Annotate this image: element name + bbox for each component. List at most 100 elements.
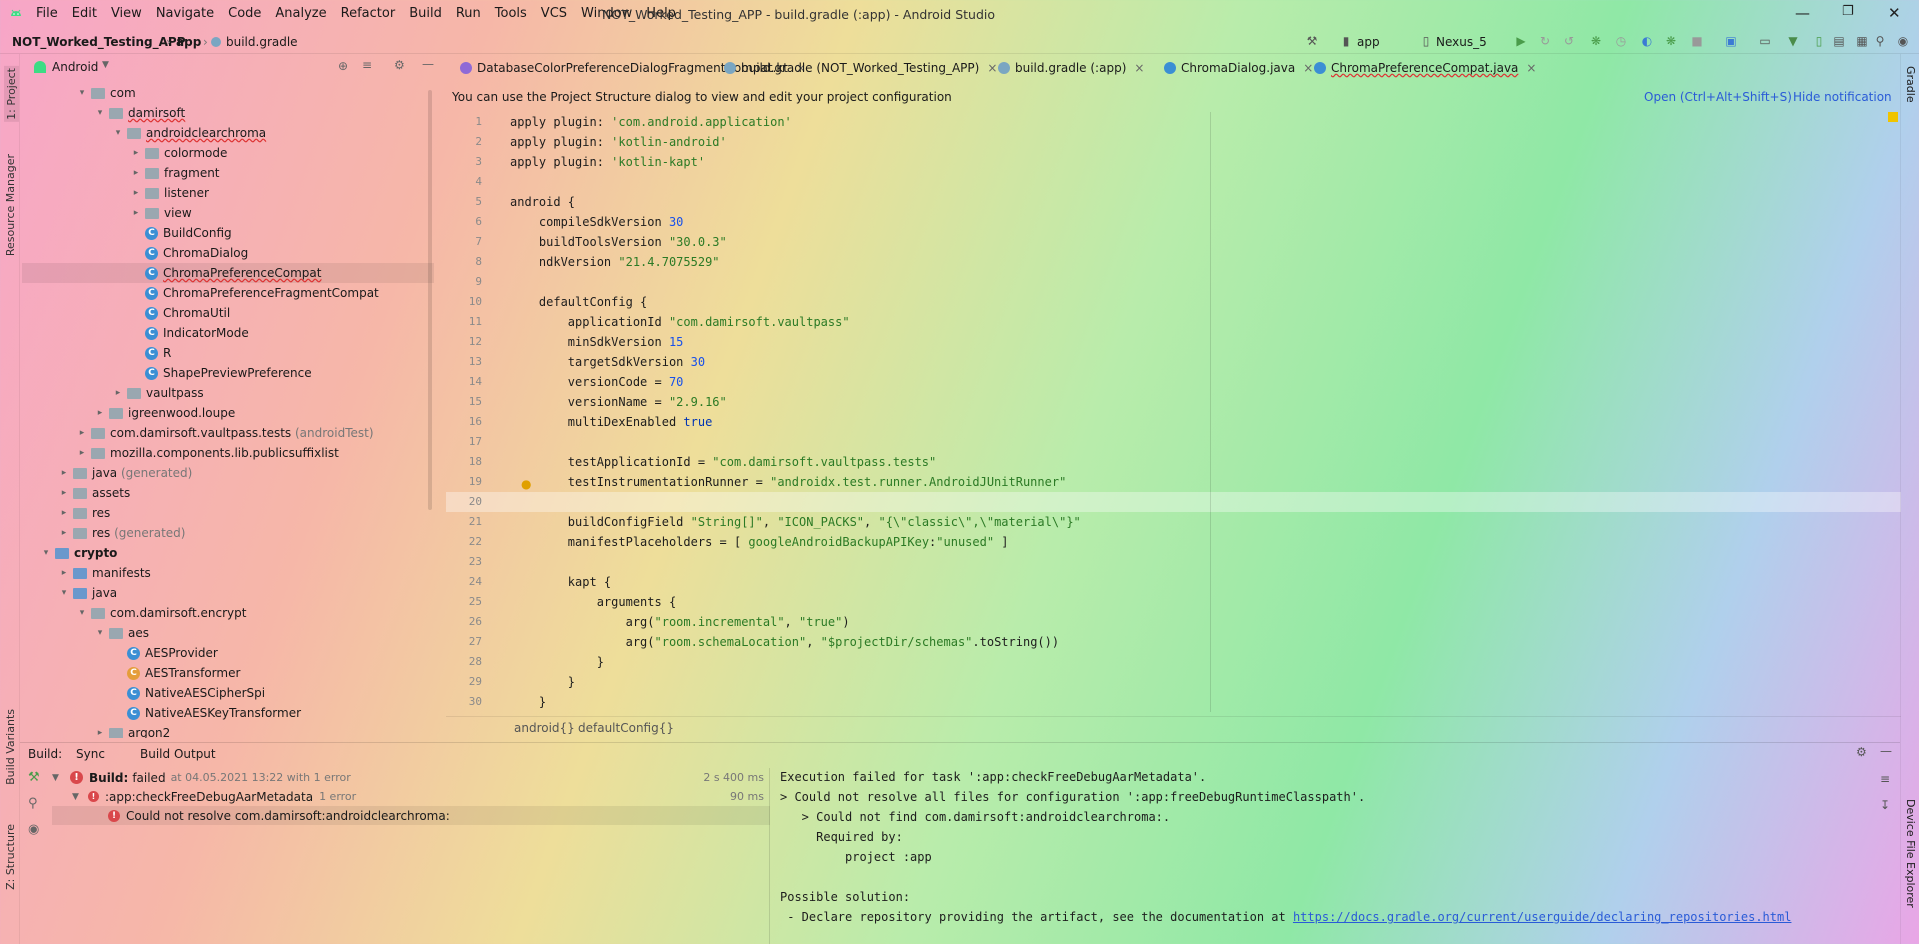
structure-tool-tab[interactable]: Z: Structure bbox=[4, 824, 17, 890]
chevron-right-icon[interactable]: ▸ bbox=[130, 148, 142, 158]
avd-manager-icon[interactable]: ▯ bbox=[1812, 34, 1826, 48]
editor-tab[interactable]: build.gradle (:app) × bbox=[998, 61, 1144, 75]
chevron-right-icon[interactable]: ▸ bbox=[58, 488, 70, 498]
tree-item[interactable]: ▸ com.damirsoft.vaultpass.tests (androidT… bbox=[22, 423, 434, 443]
tree-item[interactable]: ▾ crypto bbox=[22, 543, 434, 563]
menu-refactor[interactable]: Refactor bbox=[341, 6, 396, 21]
chevron-right-icon[interactable]: ▸ bbox=[76, 448, 88, 458]
tree-item[interactable]: ▸ res bbox=[22, 503, 434, 523]
code-line[interactable]: applicationId "com.damirsoft.vaultpass" bbox=[510, 312, 850, 332]
menu-file[interactable]: File bbox=[36, 6, 58, 21]
chevron-down-icon[interactable]: ▼ bbox=[102, 60, 109, 70]
tab-build-output[interactable]: Build Output bbox=[140, 747, 216, 761]
tree-item[interactable]: ▸ java (generated) bbox=[22, 463, 434, 483]
build-gear-icon[interactable]: ⚙ bbox=[1856, 745, 1867, 759]
code-line[interactable]: minSdkVersion 15 bbox=[510, 332, 684, 352]
tree-item[interactable]: ▾ damirsoft bbox=[22, 103, 434, 123]
chevron-right-icon[interactable]: ▸ bbox=[76, 428, 88, 438]
run-tests-icon[interactable]: ❋ bbox=[1664, 34, 1678, 48]
pin-icon[interactable]: ⚲ bbox=[28, 796, 38, 811]
build-status-row[interactable]: ▼ ! Build: failed at 04.05.2021 13:22 wi… bbox=[52, 768, 770, 787]
close-tab-icon[interactable]: × bbox=[987, 61, 997, 75]
tree-item[interactable]: ▸ fragment bbox=[22, 163, 434, 183]
tree-scrollbar[interactable] bbox=[428, 90, 432, 510]
hide-notification-link[interactable]: Hide notification bbox=[1793, 90, 1892, 104]
chevron-right-icon[interactable]: ▸ bbox=[58, 508, 70, 518]
project-view-select[interactable]: Android bbox=[52, 60, 98, 74]
tree-item[interactable]: CR bbox=[22, 343, 434, 363]
chevron-down-icon[interactable]: ▾ bbox=[58, 588, 70, 598]
tree-item[interactable]: ▾ com bbox=[22, 83, 434, 103]
layout-inspector-icon[interactable]: ▤ bbox=[1832, 34, 1846, 48]
code-line[interactable]: kapt { bbox=[510, 572, 611, 592]
tree-item[interactable]: ▸ manifests bbox=[22, 563, 434, 583]
chevron-right-icon[interactable]: ▸ bbox=[58, 468, 70, 478]
soft-wrap-icon[interactable]: ≡ bbox=[1880, 772, 1890, 786]
chevron-right-icon[interactable]: ▸ bbox=[130, 208, 142, 218]
profiler-icon[interactable]: ▦ bbox=[1855, 34, 1869, 48]
rebuild-icon[interactable]: ⚒ bbox=[28, 770, 40, 785]
chevron-right-icon[interactable]: ▸ bbox=[130, 168, 142, 178]
tree-item[interactable]: ▸ res (generated) bbox=[22, 523, 434, 543]
code-line[interactable]: defaultConfig { bbox=[510, 292, 647, 312]
chevron-right-icon[interactable]: ▸ bbox=[94, 728, 106, 738]
apply-code-changes-icon[interactable]: ↺ bbox=[1562, 34, 1576, 48]
tree-item[interactable]: ▸ listener bbox=[22, 183, 434, 203]
breadcrumb-module[interactable]: app bbox=[176, 35, 201, 49]
gear-icon[interactable]: ⚙ bbox=[394, 58, 405, 72]
tree-item[interactable]: ▸ vaultpass bbox=[22, 383, 434, 403]
code-line[interactable]: apply plugin: 'kotlin-android' bbox=[510, 132, 727, 152]
chevron-down-icon[interactable]: ▾ bbox=[94, 628, 106, 638]
menu-view[interactable]: View bbox=[111, 6, 142, 21]
tree-item[interactable]: C AESProvider bbox=[22, 643, 434, 663]
close-tab-icon[interactable]: × bbox=[1526, 61, 1536, 75]
tab-sync[interactable]: Sync bbox=[76, 747, 105, 761]
build-error-row[interactable]: ! Could not resolve com.damirsoft:androi… bbox=[52, 806, 770, 825]
apply-changes-icon[interactable]: ↻ bbox=[1538, 34, 1552, 48]
menu-navigate[interactable]: Navigate bbox=[156, 6, 214, 21]
menu-edit[interactable]: Edit bbox=[72, 6, 97, 21]
tree-item[interactable]: C ChromaPreferenceCompat bbox=[22, 263, 434, 283]
debug-icon[interactable]: ❋ bbox=[1589, 34, 1603, 48]
run-config-icon[interactable]: ▮ bbox=[1340, 34, 1352, 48]
chevron-down-icon[interactable]: ▾ bbox=[40, 548, 52, 558]
hide-panel-icon[interactable]: — bbox=[422, 57, 434, 71]
device-select[interactable]: Nexus_5 bbox=[1436, 35, 1487, 49]
tree-item[interactable]: C NativeAESCipherSpi bbox=[22, 683, 434, 703]
tree-item[interactable]: C IndicatorMode bbox=[22, 323, 434, 343]
attach-debugger-icon[interactable]: ◐ bbox=[1640, 34, 1654, 48]
breadcrumb-defaultconfig[interactable]: defaultConfig{} bbox=[578, 721, 674, 735]
menu-tools[interactable]: Tools bbox=[495, 6, 527, 21]
view-icon[interactable]: ◉ bbox=[28, 822, 39, 837]
chevron-right-icon[interactable]: ▸ bbox=[130, 188, 142, 198]
tree-item[interactable]: ▸ mozilla.components.lib.publicsuffixlist bbox=[22, 443, 434, 463]
code-line[interactable]: } bbox=[510, 652, 604, 672]
close-icon[interactable]: ✕ bbox=[1888, 4, 1901, 22]
hammer-build-icon[interactable]: ⚒ bbox=[1305, 34, 1319, 48]
menu-analyze[interactable]: Analyze bbox=[275, 6, 326, 21]
open-project-structure-link[interactable]: Open (Ctrl+Alt+Shift+S) bbox=[1644, 90, 1792, 104]
breadcrumb-android[interactable]: android{} bbox=[514, 721, 575, 735]
project-tool-tab[interactable]: 1: Project bbox=[4, 66, 19, 122]
tree-item[interactable]: ▸ view bbox=[22, 203, 434, 223]
chevron-right-icon[interactable]: ▸ bbox=[58, 568, 70, 578]
tree-item[interactable]: ▸ argon2 bbox=[22, 723, 434, 738]
chevron-down-icon[interactable]: ▾ bbox=[112, 128, 124, 138]
project-structure-icon[interactable]: ▣ bbox=[1724, 34, 1738, 48]
search-icon[interactable]: ⚲ bbox=[1873, 34, 1887, 48]
build-output-console[interactable]: Execution failed for task ':app:checkFre… bbox=[780, 768, 1880, 944]
code-line[interactable]: testApplicationId = "com.damirsoft.vault… bbox=[510, 452, 936, 472]
chevron-down-icon[interactable]: ▾ bbox=[76, 88, 88, 98]
chevron-right-icon[interactable]: ▸ bbox=[112, 388, 124, 398]
code-line[interactable]: apply plugin: 'com.android.application' bbox=[510, 112, 792, 132]
code-line[interactable]: versionCode = 70 bbox=[510, 372, 684, 392]
tree-item[interactable]: C BuildConfig bbox=[22, 223, 434, 243]
code-line[interactable]: compileSdkVersion 30 bbox=[510, 212, 684, 232]
stop-icon[interactable]: ■ bbox=[1690, 34, 1704, 48]
tree-item[interactable]: C ChromaDialog bbox=[22, 243, 434, 263]
gradle-docs-link[interactable]: https://docs.gradle.org/current/userguid… bbox=[1293, 910, 1792, 924]
chevron-down-icon[interactable]: ▾ bbox=[94, 108, 106, 118]
code-line[interactable]: } bbox=[510, 692, 546, 712]
tree-item[interactable]: ▾ androidclearchroma bbox=[22, 123, 434, 143]
sdk-manager-icon[interactable]: ▼ bbox=[1786, 34, 1800, 48]
